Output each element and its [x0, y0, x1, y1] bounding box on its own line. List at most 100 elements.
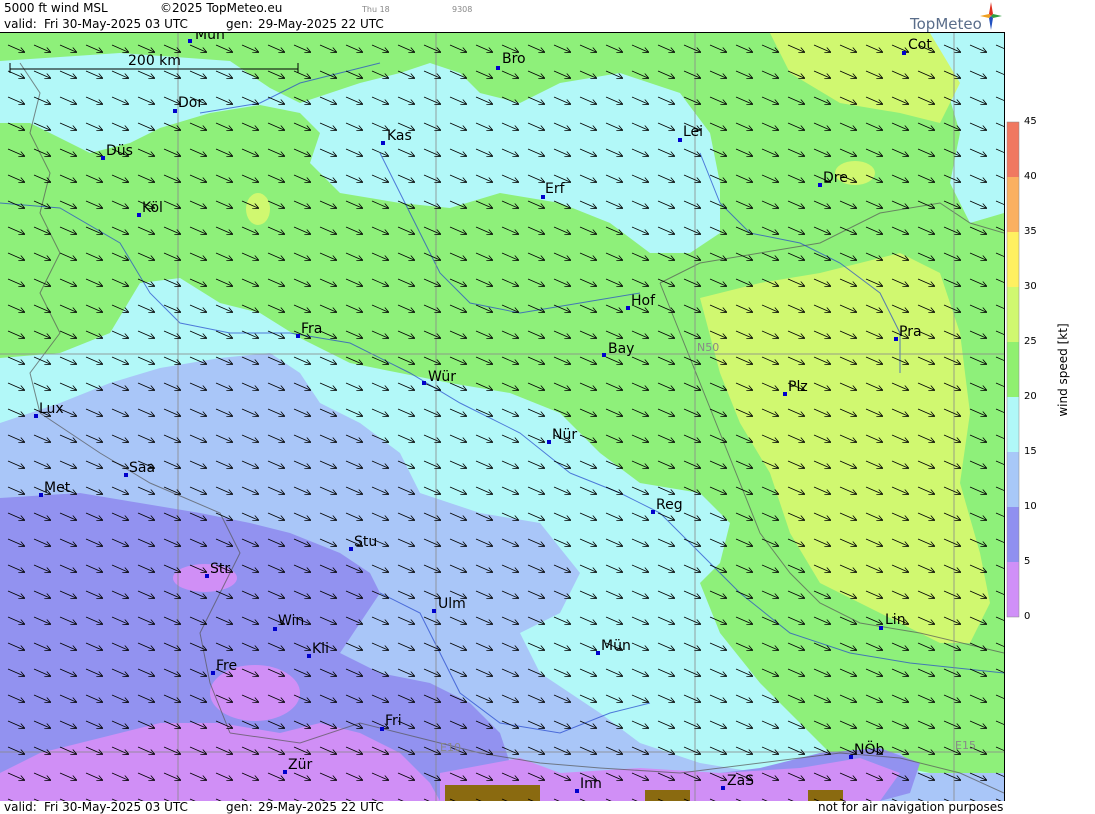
- city-label: Kas: [387, 128, 412, 144]
- city-marker: [432, 609, 436, 613]
- city-label: Stu: [354, 534, 378, 550]
- legend-colorbar: [1006, 121, 1020, 618]
- city-label: Lin: [885, 612, 906, 628]
- city-marker: [101, 156, 105, 160]
- city-label: Mün: [195, 32, 225, 43]
- color-legend: 45 40 35 30 25 20 15 10 5 0 wind speed […: [1005, 116, 1095, 622]
- legend-tick-40: 40: [1024, 171, 1037, 182]
- city-label: Inn: [580, 776, 602, 792]
- product-title: 5000 ft wind MSL: [4, 1, 108, 15]
- legend-band-15-20: [1007, 397, 1019, 452]
- legend-band-30-35: [1007, 232, 1019, 287]
- terrain-mask-1: [445, 785, 540, 801]
- city-marker: [188, 39, 192, 43]
- wind-zone-25-30-patch: [246, 193, 270, 225]
- city-label: NÖb: [854, 742, 885, 758]
- city-marker: [626, 306, 630, 310]
- legend-band-10-15: [1007, 452, 1019, 507]
- city-label: Dre: [823, 170, 848, 186]
- city-label: Saa: [129, 460, 156, 476]
- city-marker: [894, 337, 898, 341]
- city-marker: [721, 786, 725, 790]
- city-label: ZaS: [727, 773, 755, 789]
- city-marker: [849, 755, 853, 759]
- city-label: Bay: [608, 341, 635, 357]
- city-marker: [205, 574, 209, 578]
- legend-tick-30: 30: [1024, 281, 1037, 292]
- city-marker: [124, 473, 128, 477]
- footer-valid-date: Fri 30-May-2025 03 UTC: [44, 800, 188, 814]
- legend-tick-35: 35: [1024, 226, 1037, 237]
- city-label: Wür: [428, 369, 456, 385]
- city-label: Nür: [552, 427, 578, 443]
- city-marker: [307, 654, 311, 658]
- city-marker: [380, 727, 384, 731]
- legend-band-40-45: [1007, 122, 1019, 177]
- legend-title: wind speed [kt]: [1056, 323, 1070, 417]
- city-marker: [879, 626, 883, 630]
- wind-map-canvas: [0, 33, 1004, 801]
- gen-label: gen:: [226, 17, 253, 31]
- city-label: Kli: [312, 641, 329, 657]
- city-label: Lux: [39, 401, 64, 417]
- city-marker: [381, 141, 385, 145]
- city-label: Met: [44, 480, 71, 496]
- grid-label-e15: E15: [955, 739, 976, 752]
- city-marker: [137, 213, 141, 217]
- gen-date: 29-May-2025 22 UTC: [258, 17, 384, 31]
- city-label: Bro: [502, 51, 526, 67]
- grid-label-e10: E10: [440, 741, 461, 754]
- city-label: Win: [278, 613, 305, 629]
- valid-label: valid:: [4, 17, 37, 31]
- city-marker: [575, 789, 579, 793]
- city-marker: [596, 651, 600, 655]
- city-label: Hof: [631, 293, 656, 309]
- city-label: Köl: [142, 200, 163, 216]
- legend-tick-10: 10: [1024, 501, 1037, 512]
- legend-band-35-40: [1007, 177, 1019, 232]
- city-marker: [296, 334, 300, 338]
- day-tag: Thu 18: [362, 5, 390, 14]
- city-label: Zür: [288, 757, 313, 773]
- city-label: Fri: [385, 713, 402, 729]
- city-marker: [783, 392, 787, 396]
- city-marker: [547, 440, 551, 444]
- city-marker: [34, 414, 38, 418]
- city-label: Dor: [178, 95, 204, 111]
- code-tag: 9308: [452, 5, 473, 14]
- scale-bar-label: 200 km: [128, 53, 181, 69]
- legend-band-20-25: [1007, 342, 1019, 397]
- city-label: Cot: [908, 37, 932, 53]
- legend-tick-5: 5: [1024, 556, 1031, 567]
- city-marker: [173, 109, 177, 113]
- city-label: Mün: [601, 638, 631, 654]
- city-marker: [678, 138, 682, 142]
- copyright: ©2025 TopMeteo.eu: [160, 1, 283, 15]
- valid-date: Fri 30-May-2025 03 UTC: [44, 17, 188, 31]
- wind-map[interactable]: 200 km N50 E10 E15 Mün Bro Cot Dor Kas Lei Düs…: [0, 32, 1005, 801]
- city-label: Str: [210, 561, 231, 577]
- city-label: Fre: [216, 658, 238, 674]
- city-marker: [602, 353, 606, 357]
- grid-label-n50: N50: [697, 341, 720, 354]
- city-label: Reg: [656, 497, 683, 513]
- city-label: Plz: [788, 379, 808, 395]
- city-label: Lei: [683, 124, 704, 140]
- footer-valid-label: valid:: [4, 800, 37, 814]
- city-label: Pra: [899, 324, 922, 340]
- city-label: Ulm: [438, 596, 466, 612]
- city-marker: [39, 493, 43, 497]
- legend-tick-25: 25: [1024, 336, 1037, 347]
- city-marker: [651, 510, 655, 514]
- city-label: Düs: [106, 143, 133, 159]
- city-marker: [211, 671, 215, 675]
- city-marker: [902, 51, 906, 55]
- legend-band-5-10: [1007, 507, 1019, 562]
- city-marker: [422, 381, 426, 385]
- footer-gen-date: 29-May-2025 22 UTC: [258, 800, 384, 814]
- city-label: Erf: [545, 181, 565, 197]
- legend-band-0-5: [1007, 562, 1019, 617]
- footer-disclaimer: not for air navigation purposes: [818, 800, 1004, 814]
- legend-tick-0: 0: [1024, 611, 1031, 622]
- legend-band-25-30: [1007, 287, 1019, 342]
